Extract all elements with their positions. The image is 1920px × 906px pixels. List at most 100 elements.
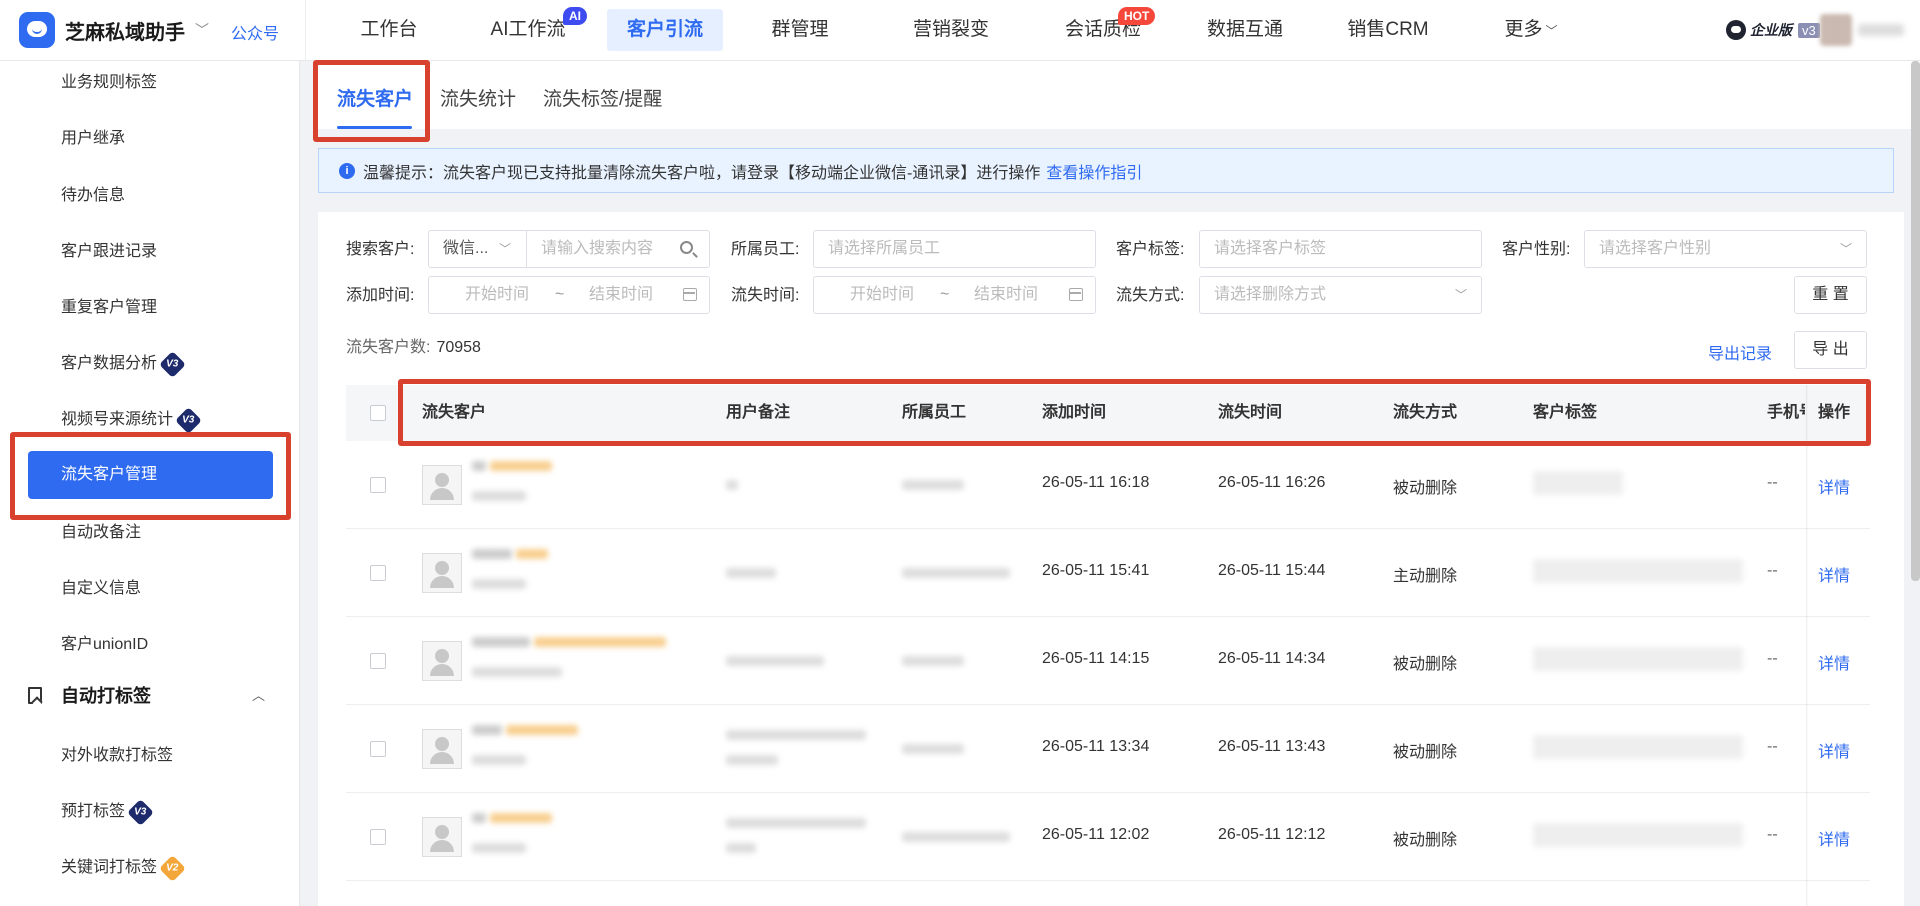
- customer-tag-label: 客户标签:: [1116, 241, 1185, 258]
- nav-group-management[interactable]: 群管理: [765, 9, 835, 51]
- add-time-range[interactable]: 开始时间 ~ 结束时间: [428, 276, 710, 314]
- tabs-bar: 流失客户 流失统计 流失标签/提醒: [318, 61, 1920, 129]
- sidebar-item-custom-info[interactable]: 自定义信息: [61, 577, 141, 601]
- notice-text: 温馨提示：流失客户现已支持批量清除流失客户啦，请登录【移动端企业微信-通讯录】进…: [363, 164, 1041, 182]
- staff-label: 所属员工:: [731, 241, 800, 258]
- sidebar-item-channels-stats[interactable]: 视频号来源统计 V3: [61, 406, 202, 434]
- sidebar-item-customer-analytics[interactable]: 客户数据分析 V3: [61, 350, 186, 378]
- highlight-sidebar-box: [10, 432, 291, 520]
- detail-link[interactable]: 详情: [1818, 562, 1850, 586]
- sidebar-section-auto-tagging[interactable]: 自动打标签 ︿: [28, 681, 273, 709]
- v2-badge-icon: V2: [159, 854, 186, 882]
- row-checkbox[interactable]: [370, 653, 386, 669]
- reset-button[interactable]: 重 置: [1794, 276, 1867, 314]
- tab-lost-stats[interactable]: 流失统计: [440, 85, 516, 115]
- end-date-input[interactable]: 结束时间: [974, 277, 1038, 313]
- blurred-staff: [902, 568, 1010, 578]
- chevron-down-icon: ﹀: [1454, 288, 1467, 302]
- brand-switcher[interactable]: 芝麻私域助手 ﹀: [19, 10, 209, 50]
- info-icon: i: [339, 162, 355, 179]
- lost-time: 26-05-11 13:43: [1218, 738, 1326, 755]
- export-button[interactable]: 导 出: [1794, 331, 1867, 369]
- add-time: 26-05-11 14:15: [1042, 650, 1150, 667]
- hot-badge: HOT: [1118, 7, 1156, 25]
- blurred-nickname: [490, 813, 552, 823]
- sidebar-item-label: 预打标签: [61, 803, 126, 820]
- sidebar-item-duplicate-customers[interactable]: 重复客户管理: [61, 296, 157, 320]
- export-records-link[interactable]: 导出记录: [1708, 340, 1772, 364]
- blurred-remark: [726, 818, 866, 828]
- top-nav: 工作台 AI工作流 AI 客户引流 群管理 营销裂变 会话质检 HOT 数据互通…: [305, 0, 1625, 60]
- row-checkbox[interactable]: [370, 829, 386, 845]
- row-checkbox[interactable]: [370, 477, 386, 493]
- sidebar-item-user-inheritance[interactable]: 用户继承: [61, 127, 125, 151]
- search-icon[interactable]: [680, 241, 693, 254]
- lost-count-label: 流失客户数:: [346, 339, 431, 356]
- blurred-tags: [1533, 735, 1743, 759]
- user-avatar[interactable]: [1820, 14, 1852, 46]
- blurred-name: [472, 549, 512, 559]
- guide-link[interactable]: 查看操作指引: [1046, 159, 1142, 183]
- detail-link[interactable]: 详情: [1818, 738, 1850, 762]
- search-type-select[interactable]: 微信...: [443, 240, 488, 257]
- customer-tag-select[interactable]: 请选择客户标签: [1199, 230, 1482, 268]
- row-checkbox[interactable]: [370, 565, 386, 581]
- sidebar-item-unionid[interactable]: 客户unionID: [61, 633, 148, 657]
- table-row: 26-05-11 12:02 26-05-11 12:12 被动删除 -- 详情: [346, 793, 1870, 881]
- phone: --: [1767, 562, 1778, 579]
- sidebar-item-payment-tagging[interactable]: 对外收款打标签: [61, 744, 173, 768]
- blurred-nickname: [516, 549, 548, 559]
- phone: --: [1767, 650, 1778, 667]
- tab-lost-tags-reminders[interactable]: 流失标签/提醒: [543, 85, 662, 115]
- nav-session-inspection[interactable]: 会话质检 HOT: [1058, 7, 1156, 51]
- row-checkbox[interactable]: [370, 741, 386, 757]
- sidebar-item-auto-remark[interactable]: 自动改备注: [61, 521, 141, 545]
- sidebar-item-label: 客户数据分析: [61, 355, 158, 372]
- sidebar-item-pre-tagging[interactable]: 预打标签 V3: [61, 798, 154, 826]
- nav-ai-workflow[interactable]: AI工作流 AI: [478, 7, 587, 51]
- table-row: 26-05-11 15:41 26-05-11 15:44 主动删除 -- 详情: [346, 529, 1870, 617]
- chevron-down-icon: ﹀: [1839, 242, 1852, 256]
- start-date-input[interactable]: 开始时间: [465, 277, 529, 313]
- blurred-remark-line2: [726, 755, 778, 765]
- customer-avatar: [422, 553, 462, 593]
- detail-link[interactable]: 详情: [1818, 826, 1850, 850]
- page-scrollbar[interactable]: [1911, 61, 1920, 581]
- nav-sales-crm[interactable]: 销售CRM: [1343, 9, 1433, 51]
- gender-select[interactable]: 请选择客户性别 ﹀: [1584, 230, 1867, 268]
- nav-customer-acquisition[interactable]: 客户引流: [607, 9, 723, 51]
- lost-time-range[interactable]: 开始时间 ~ 结束时间: [813, 276, 1096, 314]
- detail-link[interactable]: 详情: [1818, 474, 1850, 498]
- blurred-remark: [726, 656, 824, 666]
- lost-way: 被动删除: [1393, 744, 1458, 761]
- table-row: 26-05-11 14:15 26-05-11 14:34 被动删除 -- 详情: [346, 617, 1870, 705]
- sidebar-item-label: 关键词打标签: [61, 859, 158, 876]
- staff-select[interactable]: 请选择所属员工: [813, 230, 1096, 268]
- sidebar-item-business-rule-tags[interactable]: 业务规则标签: [61, 71, 157, 95]
- table-row: 26-05-11 13:34 26-05-11 13:43 被动删除 -- 详情: [346, 705, 1870, 793]
- bookmark-icon: [28, 686, 42, 704]
- nav-workbench[interactable]: 工作台: [349, 9, 429, 51]
- sidebar-item-todo[interactable]: 待办信息: [61, 184, 125, 208]
- official-account-link[interactable]: 公众号: [231, 20, 279, 44]
- user-name-blurred[interactable]: [1858, 24, 1904, 36]
- end-date-input[interactable]: 结束时间: [589, 277, 653, 313]
- calendar-icon: [683, 288, 697, 301]
- brand-name: 芝麻私域助手: [65, 21, 185, 44]
- nav-data-sync[interactable]: 数据互通: [1200, 9, 1290, 51]
- nav-marketing-fission[interactable]: 营销裂变: [906, 9, 996, 51]
- sidebar-item-follow-up[interactable]: 客户跟进记录: [61, 240, 157, 264]
- blurred-remark: [726, 730, 866, 740]
- start-date-input[interactable]: 开始时间: [850, 277, 914, 313]
- chevron-down-icon: ﹀: [1545, 24, 1558, 38]
- lost-time-label: 流失时间:: [731, 287, 800, 304]
- calendar-icon: [1069, 288, 1083, 301]
- sidebar-item-keyword-tagging[interactable]: 关键词打标签 V2: [61, 854, 186, 882]
- search-input[interactable]: 请输入搜索内容: [541, 231, 653, 267]
- lost-way-select[interactable]: 请选择删除方式 ﹀: [1199, 276, 1482, 314]
- lost-way: 被动删除: [1393, 832, 1458, 849]
- detail-link[interactable]: 详情: [1818, 650, 1850, 674]
- select-all-checkbox[interactable]: [370, 405, 386, 421]
- nav-more[interactable]: 更多 ﹀: [1498, 9, 1564, 51]
- blurred-remark: [726, 568, 776, 578]
